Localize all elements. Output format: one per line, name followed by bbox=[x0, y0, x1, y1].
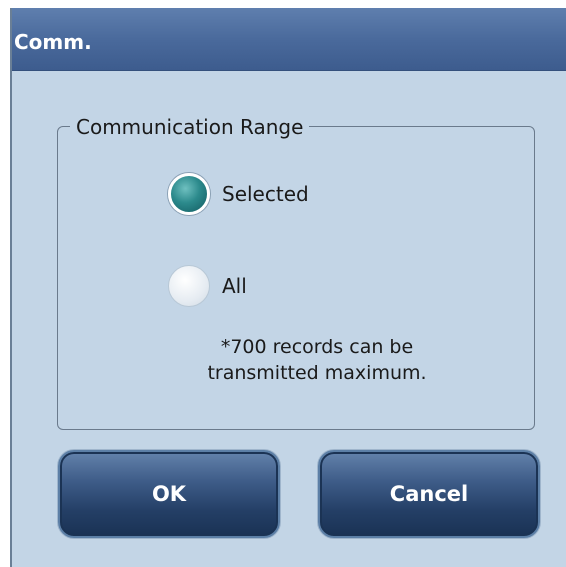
dialog-title: Comm. bbox=[14, 30, 92, 54]
radio-option-selected[interactable]: Selected bbox=[168, 172, 309, 216]
radio-selected-label: Selected bbox=[222, 182, 309, 206]
max-records-note: *700 records can be transmitted maximum. bbox=[152, 334, 482, 386]
ok-button[interactable]: OK bbox=[58, 450, 280, 538]
communication-range-legend: Communication Range bbox=[70, 114, 310, 140]
note-line-1: *700 records can be bbox=[220, 336, 414, 358]
radio-selected-icon[interactable] bbox=[168, 173, 210, 215]
note-line-2: transmitted maximum. bbox=[207, 362, 427, 384]
radio-option-all[interactable]: All bbox=[168, 264, 247, 308]
radio-unselected-icon[interactable] bbox=[168, 265, 210, 307]
title-bar: Comm. bbox=[12, 8, 566, 71]
comm-dialog: Comm. Communication Range Selected All *… bbox=[10, 8, 566, 567]
cancel-button[interactable]: Cancel bbox=[318, 450, 540, 538]
radio-all-label: All bbox=[222, 274, 247, 298]
